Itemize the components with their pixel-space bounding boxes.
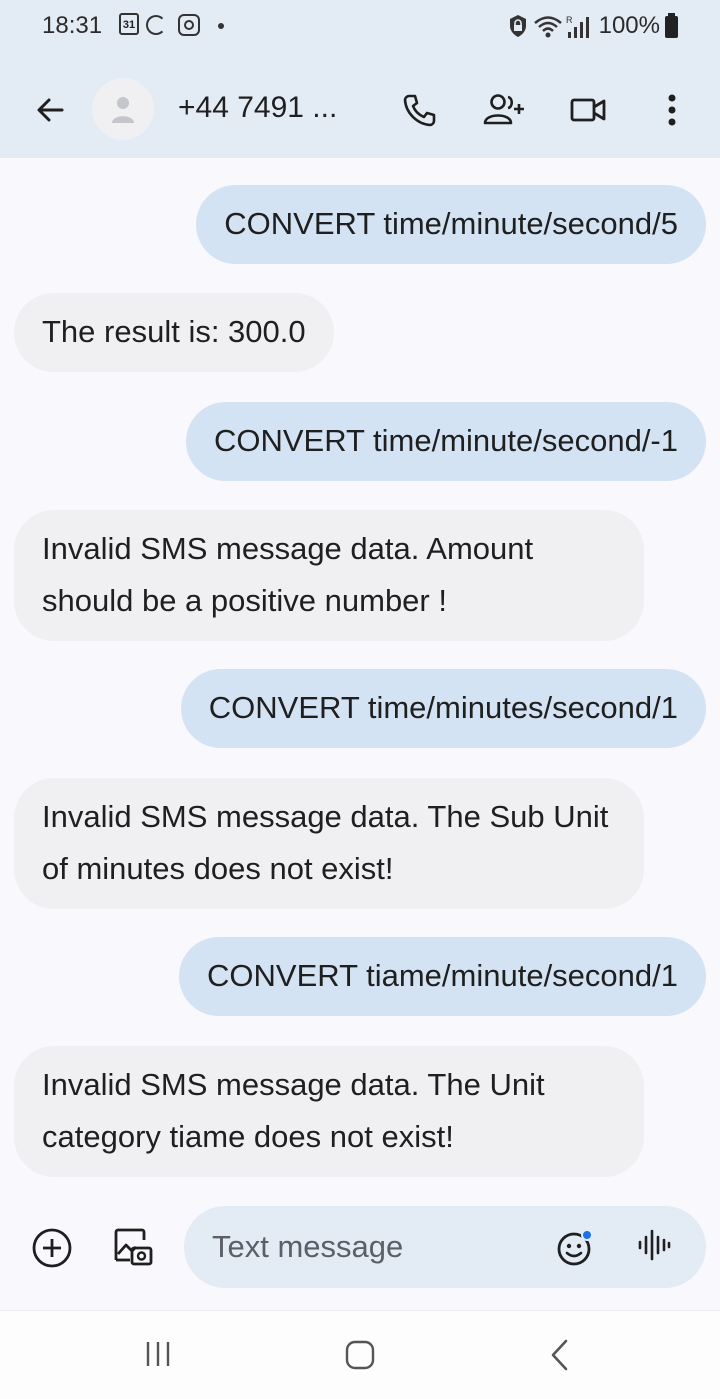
back-button[interactable] [28,88,72,132]
message-input-placeholder: Text message [212,1229,404,1264]
svg-text:R: R [566,15,573,25]
phone-icon [403,94,436,127]
outgoing-message[interactable]: CONVERT time/minute/second/5 [196,185,706,264]
arrow-left-icon [37,98,64,122]
video-camera-icon [570,98,606,122]
battery-icon [665,13,678,38]
incoming-message[interactable]: Invalid SMS message data. The Sub Unit o… [14,778,644,909]
recents-icon [146,1342,170,1366]
call-button[interactable] [398,88,442,132]
security-icon [510,15,526,37]
calendar-icon: 31 [119,13,139,35]
outgoing-message[interactable]: CONVERT time/minute/second/-1 [185,402,706,481]
avatar[interactable] [92,78,154,140]
composer: Text message [0,1198,720,1298]
home-icon [345,1340,375,1370]
home-button[interactable] [338,1335,382,1375]
chevron-left-icon [551,1339,568,1371]
emoji-icon [557,1229,593,1266]
message-thread[interactable]: CONVERT time/minute/second/5 The result … [0,158,720,1198]
gallery-button[interactable] [108,1222,158,1272]
attach-button[interactable] [28,1224,76,1272]
gallery-icon [114,1228,153,1266]
more-vert-icon [668,94,676,126]
message-input[interactable]: Text message [184,1206,706,1288]
more-notifications-dot-icon [218,23,224,29]
voice-wave-icon [638,1229,671,1261]
incoming-message[interactable]: Invalid SMS message data. Amount should … [14,510,644,641]
emoji-button[interactable] [554,1225,598,1269]
video-call-button[interactable] [566,88,610,132]
sync-icon [146,15,166,35]
status-time: 18:31 [42,12,103,39]
instagram-icon [178,14,200,36]
add-contact-button[interactable] [480,88,528,132]
contact-name[interactable]: +44 7491 ... [178,91,337,125]
nav-back-button[interactable] [540,1335,580,1375]
navigation-bar [0,1310,720,1399]
incoming-message[interactable]: Invalid SMS message data. The Unit categ… [14,1046,644,1177]
outgoing-message[interactable]: CONVERT tiame/minute/second/1 [179,937,706,1016]
more-options-button[interactable] [650,88,694,132]
outgoing-message[interactable]: CONVERT time/minutes/second/1 [180,669,706,748]
plus-circle-icon [32,1228,72,1268]
add-person-icon [483,94,524,125]
signal-icon: R [566,15,589,38]
conversation-header: +44 7491 ... [0,54,720,158]
top-bar: 18:31 31 R 100% +44 7491 ... [0,0,720,158]
recents-button[interactable] [140,1337,176,1371]
person-icon [112,97,134,123]
incoming-message[interactable]: The result is: 300.0 [14,293,334,372]
wifi-icon [534,16,562,38]
battery-percent: 100% [598,12,660,39]
voice-message-button[interactable] [636,1225,676,1269]
status-bar: 18:31 31 R 100% [0,0,720,54]
